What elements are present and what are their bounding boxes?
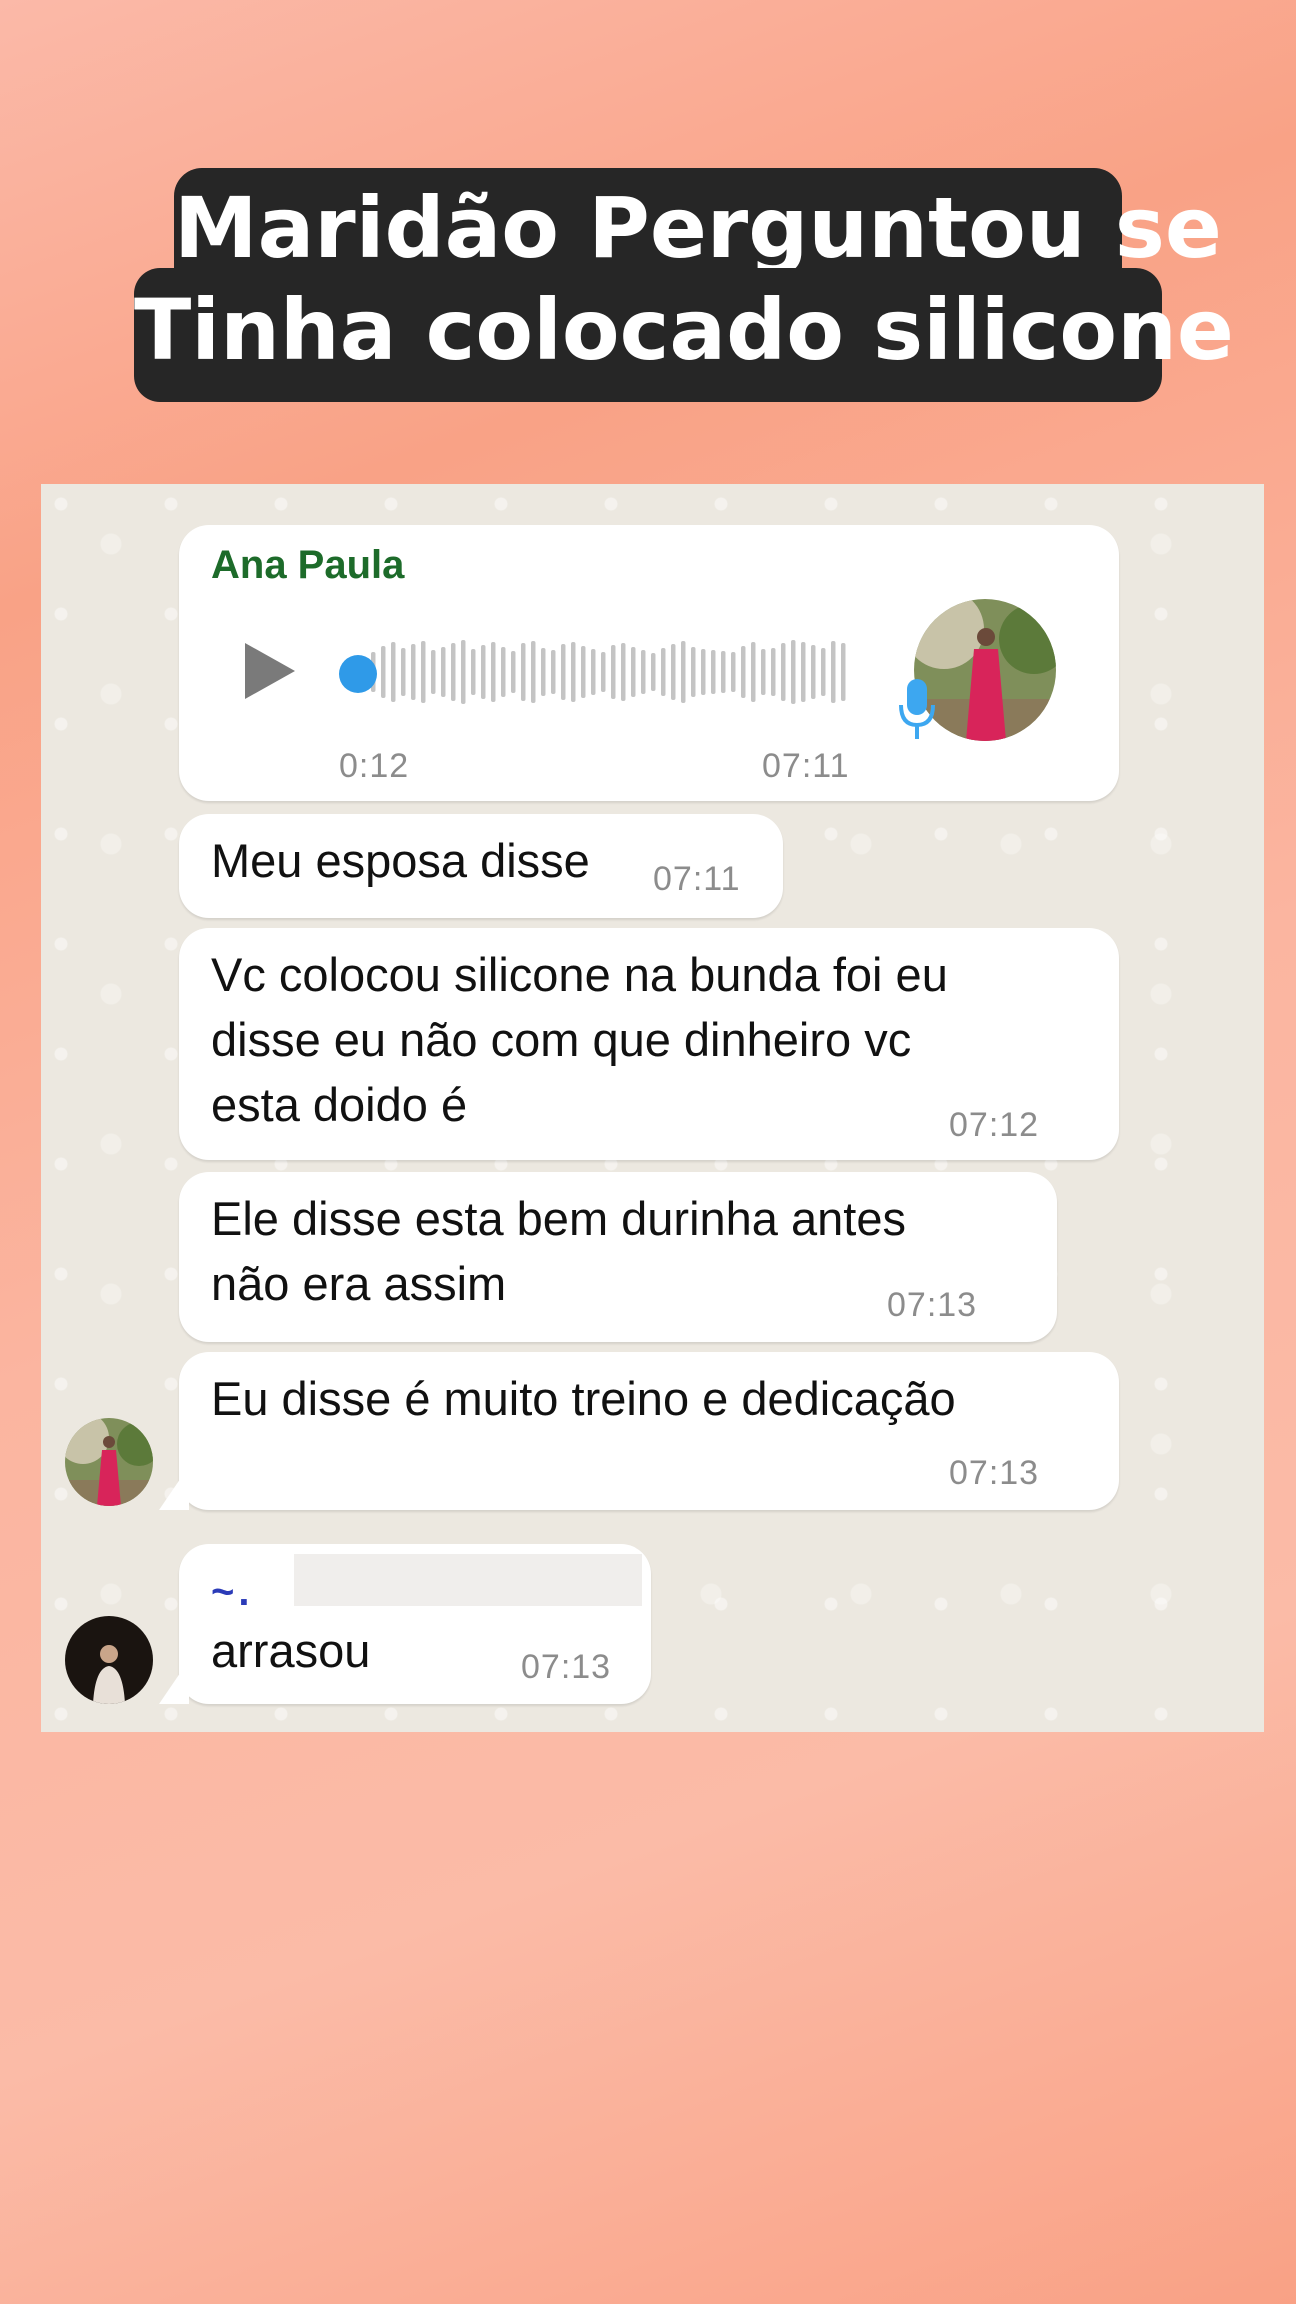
waveform-bar: [651, 653, 656, 691]
waveform-bar: [401, 648, 406, 696]
waveform-bar: [751, 642, 756, 702]
redacted-sender: [294, 1554, 642, 1606]
waveform-bar: [431, 650, 436, 694]
message-bubble-4[interactable]: Eu disse é muito treino e dedicação 07:1…: [179, 1352, 1119, 1510]
avatar-photo: [65, 1418, 153, 1506]
sender-name: Ana Paula: [211, 543, 405, 587]
waveform-bar: [531, 641, 536, 703]
message-line: Meu esposa disse: [211, 834, 590, 887]
message-line: esta doido é: [211, 1078, 468, 1131]
chat-panel: Ana Paula 0:12 07:11 Meu esposa disse 07…: [41, 484, 1264, 1732]
message-line: não era assim: [211, 1257, 507, 1310]
waveform-bar: [741, 646, 746, 698]
waveform-bar: [611, 645, 616, 699]
sender-prefix: ~.: [211, 1570, 254, 1614]
avatar-photo: [65, 1616, 153, 1704]
message-time: 07:11: [653, 860, 741, 898]
waveform-bar: [761, 649, 766, 695]
waveform-bar: [681, 641, 686, 703]
message-text: Vc colocou silicone na bunda foi eu diss…: [211, 942, 948, 1137]
message-text: arrasou: [211, 1624, 371, 1677]
message-text: Meu esposa disse: [211, 828, 590, 893]
waveform-bar: [471, 649, 476, 695]
message-time: 07:13: [949, 1454, 1040, 1492]
message-time: 07:12: [949, 1106, 1040, 1144]
waveform-bar: [591, 649, 596, 695]
waveform-bar: [381, 646, 386, 698]
waveform-bar: [621, 643, 626, 701]
waveform-bar: [481, 645, 486, 699]
title-line-2: Tinha colocado silicone: [134, 268, 1234, 402]
waveform-bar: [811, 645, 816, 699]
mic-icon: [899, 679, 935, 739]
bubble-tail: [159, 1660, 189, 1704]
waveform-bar: [641, 650, 646, 694]
play-icon[interactable]: [245, 643, 295, 699]
waveform-bar: [791, 640, 796, 704]
waveform-bar: [411, 644, 416, 700]
message-line: Eu disse é muito treino e dedicação: [211, 1372, 956, 1425]
waveform-bar: [581, 646, 586, 698]
waveform-bar: [831, 641, 836, 703]
voice-message-bubble[interactable]: Ana Paula 0:12 07:11: [179, 525, 1119, 801]
waveform-bar: [691, 647, 696, 697]
waveform-bar: [501, 647, 506, 697]
playback-dot[interactable]: [339, 655, 377, 693]
waveform-bar: [601, 652, 606, 692]
waveform-bar: [461, 640, 466, 704]
waveform-bar: [701, 649, 706, 695]
waveform-bar: [841, 643, 846, 701]
waveform-bar: [781, 643, 786, 701]
message-line: Vc colocou silicone na bunda foi eu: [211, 948, 948, 1001]
message-text: Ele disse esta bem durinha antes não era…: [211, 1186, 906, 1316]
waveform-bar: [421, 641, 426, 703]
avatar[interactable]: [65, 1616, 153, 1704]
waveform-bar: [631, 647, 636, 697]
waveform-bar: [731, 652, 736, 692]
waveform-bar: [671, 644, 676, 700]
message-bubble-2[interactable]: Vc colocou silicone na bunda foi eu diss…: [179, 928, 1119, 1160]
waveform-bar: [491, 642, 496, 702]
waveform-bar: [521, 643, 526, 701]
waveform-bar: [771, 648, 776, 696]
reply-bubble[interactable]: 5 ~. arrasou 07:13: [179, 1544, 651, 1704]
waveform-bar: [391, 642, 396, 702]
waveform-bar: [541, 648, 546, 696]
message-line: disse eu não com que dinheiro vc: [211, 1013, 912, 1066]
waveform-bar: [711, 650, 716, 694]
waveform-bar: [821, 648, 826, 696]
waveform-bar: [561, 644, 566, 700]
waveform-bar: [511, 651, 516, 693]
waveform-bar: [551, 650, 556, 694]
avatar[interactable]: [65, 1418, 153, 1506]
waveform-bar: [661, 648, 666, 696]
bubble-tail: [159, 1466, 189, 1510]
waveform-bar: [441, 647, 446, 697]
waveform[interactable]: [369, 637, 849, 707]
waveform-bar: [801, 642, 806, 702]
message-time: 07:13: [521, 1648, 612, 1686]
voice-duration: 0:12: [339, 747, 410, 785]
voice-time: 07:11: [762, 747, 850, 785]
waveform-bar: [451, 643, 456, 701]
waveform-bar: [721, 651, 726, 693]
message-time: 07:13: [887, 1286, 978, 1324]
message-text: Eu disse é muito treino e dedicação: [211, 1366, 956, 1431]
waveform-bar: [571, 642, 576, 702]
message-bubble-1[interactable]: Meu esposa disse 07:11: [179, 814, 783, 918]
message-line: Ele disse esta bem durinha antes: [211, 1192, 906, 1245]
message-bubble-3[interactable]: Ele disse esta bem durinha antes não era…: [179, 1172, 1057, 1342]
